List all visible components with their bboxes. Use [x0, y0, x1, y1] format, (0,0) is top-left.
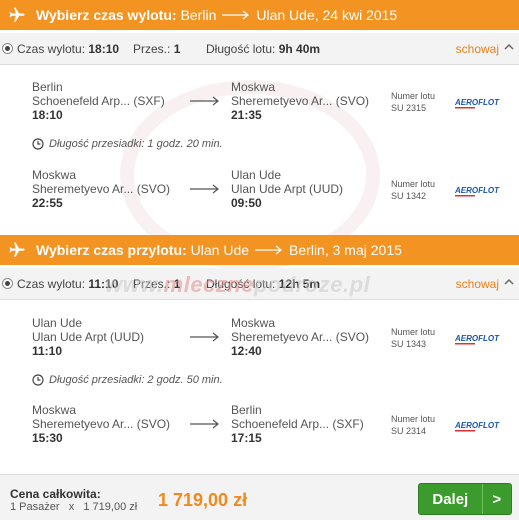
svg-text:AEROFLOT: AEROFLOT	[455, 421, 500, 430]
chevron-up-icon[interactable]	[503, 276, 515, 288]
outbound-duration: Długość lotu: 9h 40m	[206, 42, 321, 56]
inbound-departure: Czas wylotu: 11:10	[17, 277, 119, 291]
next-button-label: Dalej	[432, 490, 469, 508]
segment-arrival-time: 21:35	[231, 108, 262, 122]
segment-destination-city: Ulan Ude	[231, 168, 282, 182]
inbound-layover: Długość przesiadki: 2 godz. 50 min.	[32, 374, 223, 386]
segment-arrival-time: 17:15	[231, 431, 262, 445]
total-price-label: Cena całkowita:	[10, 487, 101, 501]
svg-text:AEROFLOT: AEROFLOT	[455, 186, 500, 195]
segment-destination-city: Berlin	[231, 403, 262, 417]
inbound-title: Wybierz czas przylotu:	[36, 242, 187, 258]
arrow-right-icon	[190, 96, 219, 106]
segment-origin-city: Moskwa	[32, 168, 77, 182]
clock-icon	[32, 138, 44, 150]
inbound-destination: Berlin, 3 maj 2015	[289, 242, 402, 258]
segment-departure-time: 15:30	[32, 431, 63, 445]
segment-origin-airport: Schoenefeld Arp... (SXF)	[32, 94, 165, 108]
outbound-destination: Ulan Ude, 24 kwi 2015	[256, 7, 398, 23]
passenger-breakdown: 1 Pasażer x 1 719,00 zł	[10, 501, 138, 513]
segment-destination-airport: Ulan Ude Arpt (UUD)	[231, 182, 344, 196]
aeroflot-logo: AEROFLOT	[455, 98, 500, 109]
outbound-summary: Czas wylotu: 18:10 Przes.: 1 Długość lot…	[0, 33, 519, 65]
price-footer: Cena całkowita: 1 Pasażer x 1 719,00 zł …	[0, 474, 519, 520]
arrow-right-icon	[190, 419, 219, 429]
outbound-departure: Czas wylotu: 18:10	[17, 42, 120, 56]
segment-departure-time: 11:10	[32, 344, 63, 358]
outbound-select-radio[interactable]	[2, 43, 13, 54]
segment-destination-city: Moskwa	[231, 316, 276, 330]
aeroflot-logo: AEROFLOT	[455, 186, 500, 197]
flight-number: Numer lotu SU 1343	[391, 327, 436, 349]
long-arrow-icon	[222, 10, 250, 20]
inbound-hide-link[interactable]: schowaj	[456, 277, 499, 291]
segment-origin-city: Ulan Ude	[32, 316, 83, 330]
plane-icon	[9, 7, 25, 22]
inbound-header: Wybierz czas przylotu: Ulan Ude Berlin, …	[0, 235, 519, 265]
inbound-select-radio[interactable]	[2, 278, 13, 289]
chevron-right-icon: >	[481, 484, 511, 514]
segment-destination-airport: Schoenefeld Arp... (SXF)	[231, 417, 364, 431]
segment-origin-airport: Sheremetyevo Ar... (SVO)	[32, 417, 171, 431]
flight-number: Numer lotu SU 1342	[391, 179, 436, 201]
outbound-origin: Berlin	[180, 7, 217, 23]
aeroflot-logo: AEROFLOT	[455, 421, 500, 432]
next-button[interactable]: Dalej >	[418, 483, 512, 515]
segment-origin-airport: Ulan Ude Arpt (UUD)	[32, 330, 145, 344]
outbound-hide-link[interactable]: schowaj	[456, 42, 499, 56]
segment-destination-city: Moskwa	[231, 80, 276, 94]
segment-origin-city: Berlin	[32, 80, 63, 94]
long-arrow-icon	[255, 245, 283, 255]
outbound-layover: Długość przesiadki: 1 godz. 20 min.	[32, 138, 223, 150]
svg-text:AEROFLOT: AEROFLOT	[455, 98, 500, 107]
segment-arrival-time: 12:40	[231, 344, 262, 358]
segment-origin-city: Moskwa	[32, 403, 77, 417]
segment-destination-airport: Sheremetyevo Ar... (SVO)	[231, 330, 370, 344]
segment-departure-time: 22:55	[32, 196, 63, 210]
aeroflot-logo: AEROFLOT	[455, 334, 500, 345]
outbound-title: Wybierz czas wylotu:	[36, 7, 177, 23]
flight-number: Numer lotu SU 2315	[391, 91, 436, 113]
layover-duration: Długość przesiadki: 2 godz. 50 min.	[49, 374, 223, 386]
watermark-text: www.mlecznepodroze.pl	[105, 272, 371, 297]
svg-text:AEROFLOT: AEROFLOT	[455, 334, 500, 343]
total-price: 1 719,00 zł	[158, 490, 248, 510]
chevron-up-icon[interactable]	[503, 41, 515, 53]
segment-arrival-time: 09:50	[231, 196, 262, 210]
layover-duration: Długość przesiadki: 1 godz. 20 min.	[49, 138, 223, 150]
segment-departure-time: 18:10	[32, 108, 63, 122]
arrow-right-icon	[190, 184, 219, 194]
segment-origin-airport: Sheremetyevo Ar... (SVO)	[32, 182, 171, 196]
arrow-right-icon	[190, 332, 219, 342]
plane-icon	[9, 242, 25, 257]
flight-number: Numer lotu SU 2314	[391, 414, 436, 436]
inbound-origin: Ulan Ude	[190, 242, 250, 258]
segment-destination-airport: Sheremetyevo Ar... (SVO)	[231, 94, 370, 108]
outbound-stops: Przes.: 1	[133, 42, 181, 56]
outbound-header: Wybierz czas wylotu: Berlin Ulan Ude, 24…	[0, 0, 519, 30]
clock-icon	[32, 374, 44, 386]
